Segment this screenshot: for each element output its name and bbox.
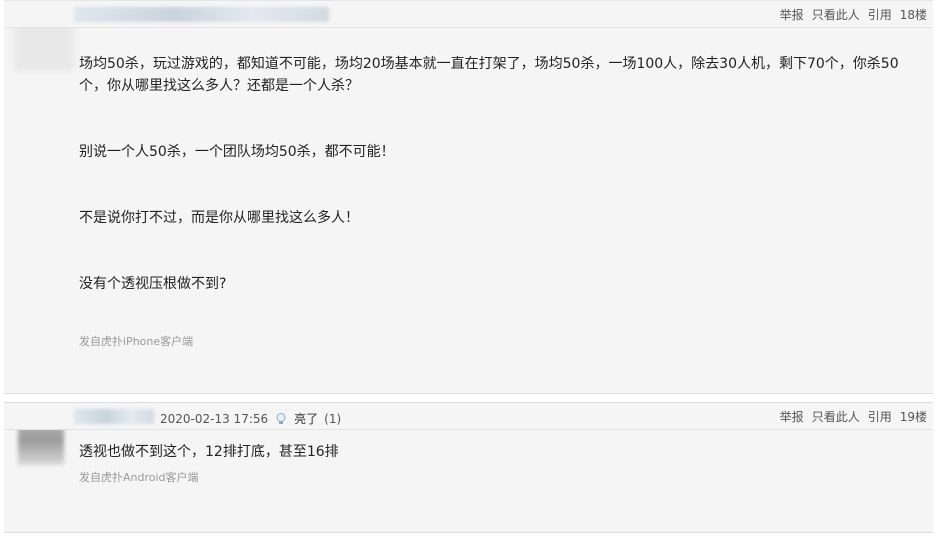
post-actions: 举报 只看此人 引用 18楼: [780, 6, 927, 23]
post-header: 举报 只看此人 引用 18楼: [4, 1, 933, 28]
username-blurred: [74, 409, 154, 424]
post-paragraph: 透视也做不到这个，12排打底，甚至16排: [79, 444, 339, 460]
post-date: 2020-02-13 17:56: [160, 411, 269, 426]
quote-link[interactable]: 引用: [868, 6, 892, 23]
only-this-user-link[interactable]: 只看此人: [812, 6, 860, 23]
report-link[interactable]: 举报: [780, 408, 804, 425]
quote-link[interactable]: 引用: [868, 408, 892, 425]
post-floor-19: 2020-02-13 17:56 亮了 (1) 举报 只看此人 引用 19楼 透…: [4, 402, 933, 533]
client-source: 发自虎扑iPhone客户端: [79, 335, 194, 348]
post-paragraph: 场均50杀，玩过游戏的，都知道不可能，场均20场基本就一直在打架了，场均50杀，…: [79, 56, 899, 94]
report-link[interactable]: 举报: [780, 6, 804, 23]
light-count: (1): [324, 411, 342, 426]
client-source: 发自虎扑Android客户端: [79, 471, 199, 484]
post-floor-18: 举报 只看此人 引用 18楼 场均50杀，玩过游戏的，都知道不可能，场均20场基…: [4, 0, 933, 394]
lightbulb-icon[interactable]: [274, 412, 288, 426]
avatar-blurred: [14, 21, 74, 71]
post-content: 透视也做不到这个，12排打底，甚至16排: [79, 441, 925, 463]
username-blurred: [74, 7, 329, 22]
post-content: 场均50杀，玩过游戏的，都知道不可能，场均20场基本就一直在打架了，场均50杀，…: [79, 53, 925, 295]
only-this-user-link[interactable]: 只看此人: [812, 408, 860, 425]
light-label[interactable]: 亮了: [294, 410, 318, 427]
post-meta: 2020-02-13 17:56 亮了 (1): [160, 410, 341, 427]
post-paragraph: 没有个透视压根做不到?: [79, 276, 227, 292]
post-actions: 举报 只看此人 引用 19楼: [780, 408, 927, 425]
post-header: 2020-02-13 17:56 亮了 (1) 举报 只看此人 引用 19楼: [4, 403, 933, 430]
post-paragraph: 不是说你打不过，而是你从哪里找这么多人！: [79, 210, 359, 226]
floor-number: 18楼: [899, 8, 927, 22]
floor-number: 19楼: [899, 410, 927, 424]
post-paragraph: 别说一个人50杀，一个团队场均50杀，都不可能！: [79, 144, 395, 160]
